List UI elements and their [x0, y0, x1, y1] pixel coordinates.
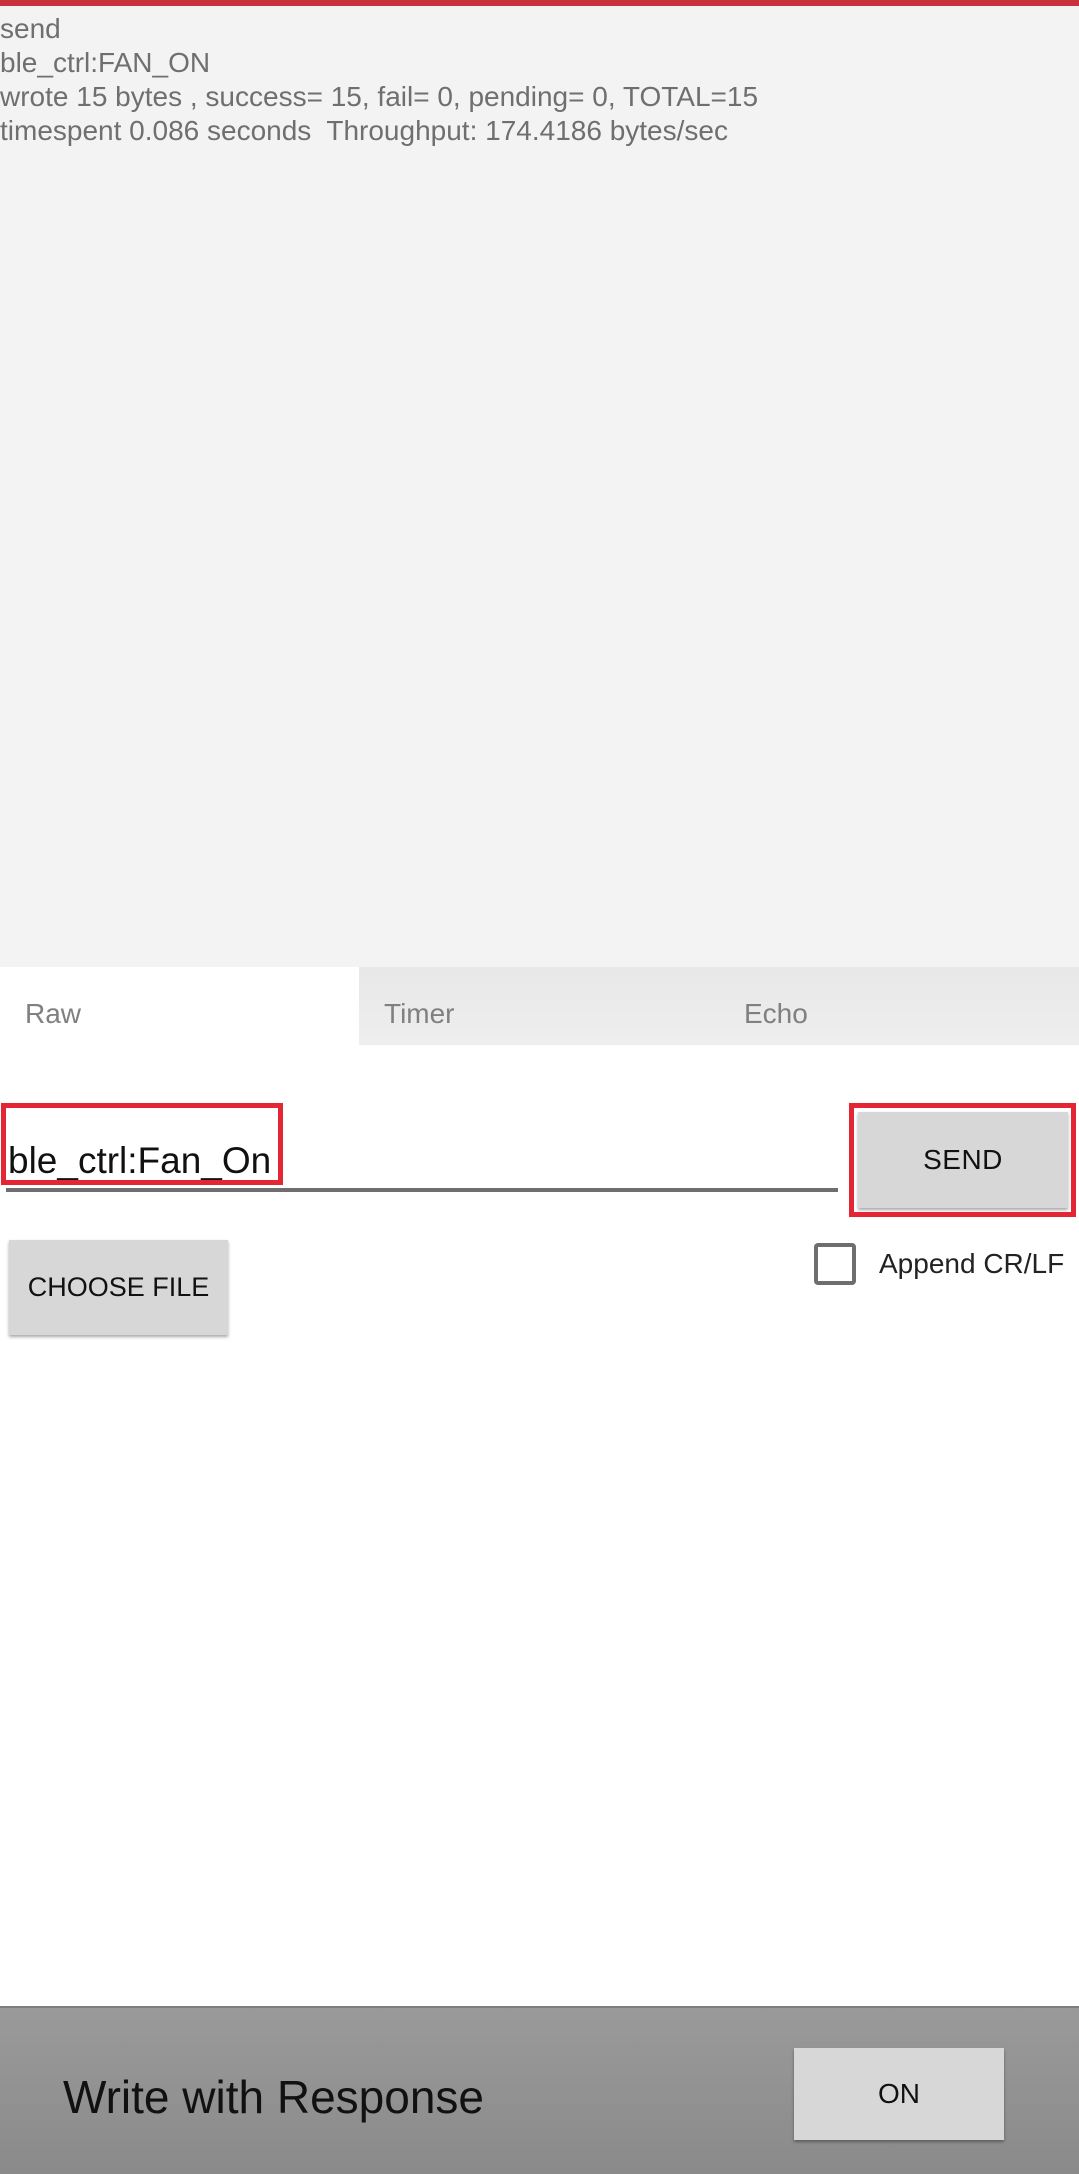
log-line: wrote 15 bytes , success= 15, fail= 0, p… [0, 81, 759, 112]
write-mode-label: Write with Response [63, 2071, 484, 2123]
tab-raw[interactable]: Raw [0, 967, 359, 1045]
send-button[interactable]: SEND [858, 1112, 1068, 1208]
command-input[interactable] [8, 1134, 508, 1188]
append-crlf-checkbox[interactable] [814, 1243, 856, 1285]
output-log[interactable]: send ble_ctrl:FAN_ON wrote 15 bytes , su… [0, 6, 1079, 967]
input-underline [6, 1188, 838, 1192]
log-line: timespent 0.086 seconds Throughput: 174.… [0, 115, 728, 146]
write-response-toggle-button[interactable]: ON [794, 2048, 1004, 2140]
log-line: ble_ctrl:FAN_ON [0, 47, 211, 78]
mode-tabs: Raw Timer Echo [0, 967, 1079, 1045]
log-line: send [0, 13, 61, 44]
append-crlf-label: Append CR/LF [879, 1248, 1065, 1279]
tab-label: Echo [744, 998, 808, 1029]
tab-label: Raw [25, 998, 82, 1029]
tab-echo[interactable]: Echo [719, 967, 1079, 1045]
choose-file-button[interactable]: CHOOSE FILE [9, 1240, 228, 1335]
tab-label: Timer [384, 998, 455, 1029]
tab-timer[interactable]: Timer [359, 967, 719, 1045]
